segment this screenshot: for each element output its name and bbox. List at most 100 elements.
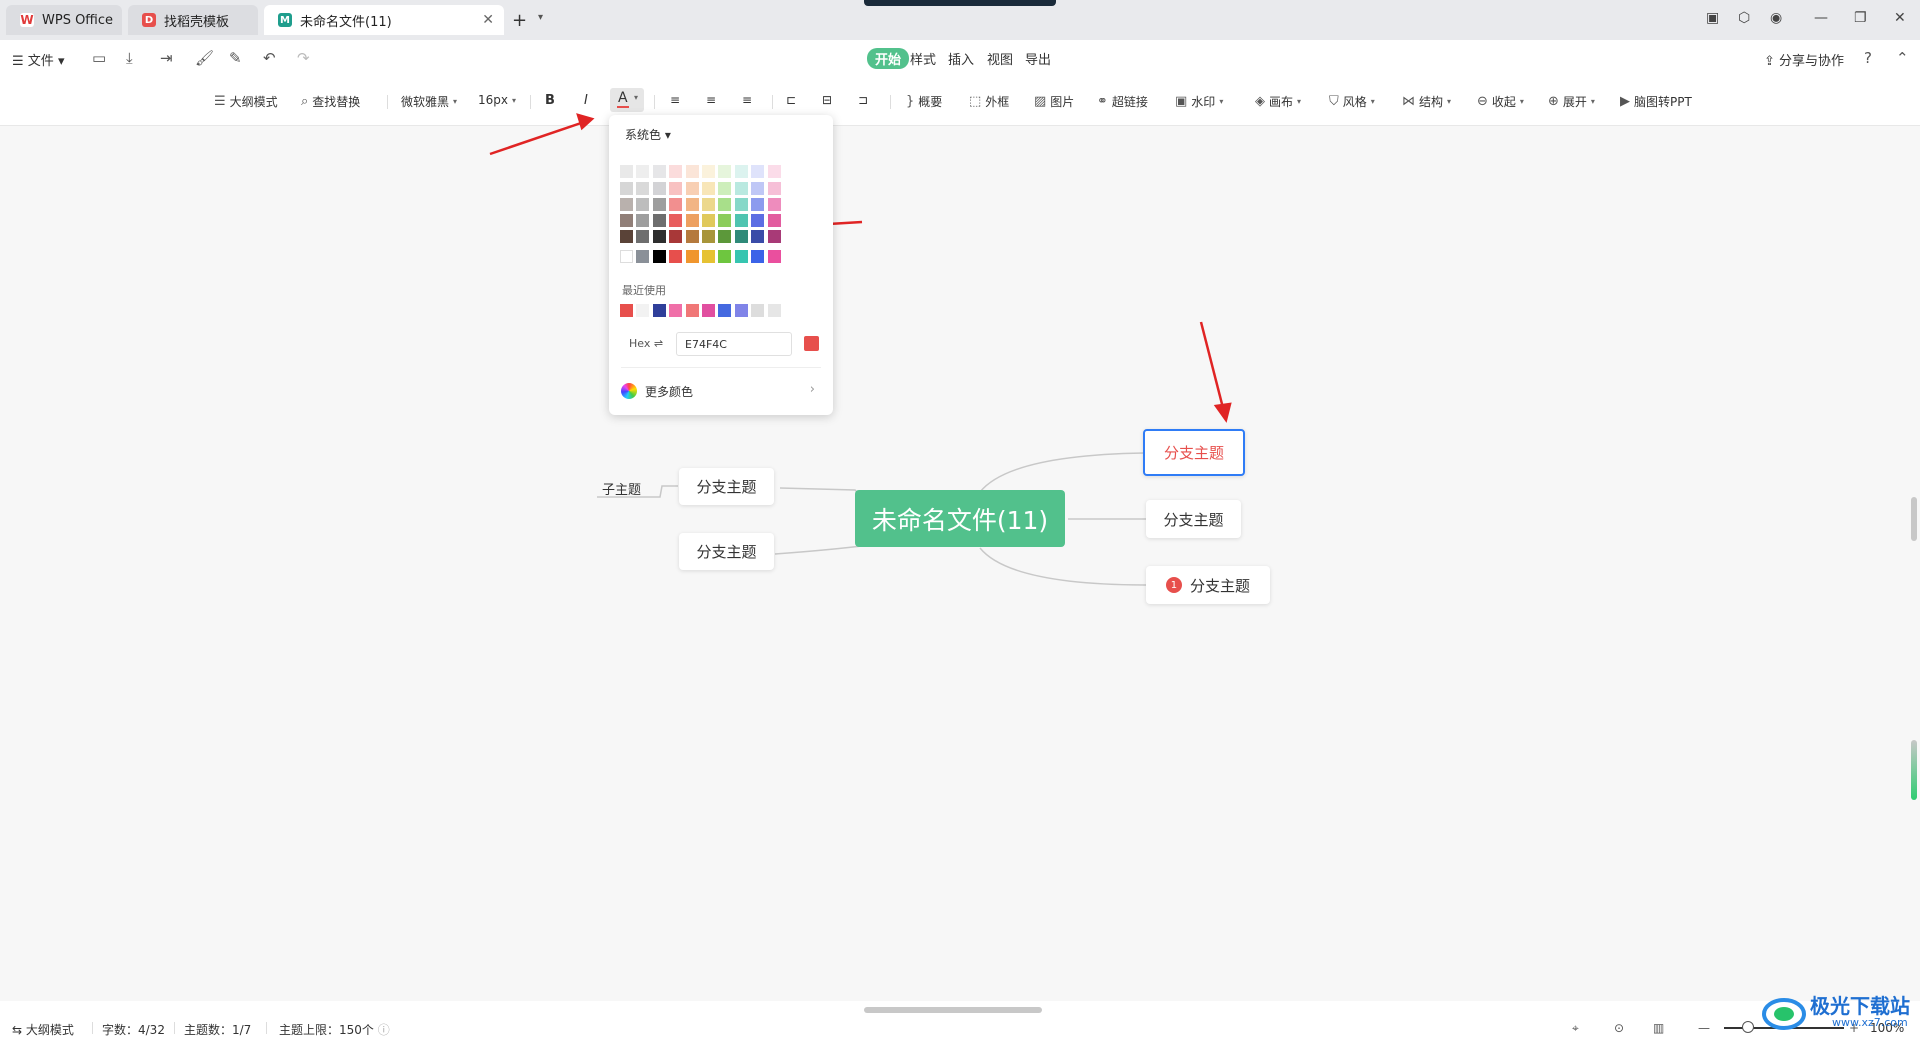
color-swatch[interactable] [685,182,699,195]
close-tab-icon[interactable]: ✕ [482,12,494,28]
color-swatch[interactable] [636,230,650,243]
color-swatch[interactable] [751,230,765,243]
image-button[interactable]: ▨ 图片 [1034,93,1074,110]
color-swatch[interactable] [734,214,748,227]
color-swatch[interactable] [767,165,781,178]
tab-style[interactable]: 样式 [910,49,936,68]
insert-child-icon[interactable]: ⊏ [786,93,796,107]
download-icon[interactable]: ⤓ [126,49,133,67]
save-icon[interactable]: ▭ [92,49,106,67]
cube-icon[interactable]: ⬡ [1738,10,1750,26]
color-swatch[interactable] [652,182,666,195]
eraser-icon[interactable]: ✎ [229,49,242,67]
horizontal-scrollbar[interactable] [864,1007,1042,1013]
color-swatch[interactable] [702,198,715,211]
color-swatch[interactable] [620,165,633,178]
color-swatch[interactable] [767,250,781,263]
color-swatch[interactable] [734,230,748,243]
color-swatch[interactable] [767,214,781,227]
recent-color-swatch[interactable] [652,304,666,317]
color-swatch[interactable] [751,214,765,227]
collapse-ribbon-icon[interactable]: ⌃ [1896,49,1909,67]
recent-color-swatch[interactable] [636,304,650,317]
locate-icon[interactable]: ⊙ [1614,1021,1624,1035]
color-swatch[interactable] [767,230,781,243]
mindmap-to-ppt-button[interactable]: ▶ 脑图转PPT [1620,93,1692,110]
insert-sibling-icon[interactable]: ⊟ [822,93,832,107]
find-replace-button[interactable]: ⌕ 查找替换 [301,93,360,110]
expand-button[interactable]: ⊕ 展开 ▾ [1548,93,1595,110]
recent-color-swatch[interactable] [702,304,715,317]
layout-icon[interactable]: ▣ [1706,10,1719,26]
minimize-icon[interactable]: — [1814,10,1828,26]
color-swatch[interactable] [669,214,683,227]
color-swatch[interactable] [636,182,650,195]
tab-view[interactable]: 视图 [987,49,1013,68]
color-swatch[interactable] [734,182,748,195]
tab-docer-templates[interactable]: D 找稻壳模板 [128,5,258,35]
file-menu[interactable]: ☰ 文件 ▾ [12,50,64,69]
align-center-icon[interactable]: ≡ [706,93,716,107]
italic-button[interactable]: I [584,93,588,108]
color-swatch[interactable] [636,198,650,211]
color-swatch[interactable] [669,182,683,195]
fit-view-icon[interactable]: ⌖ [1572,1021,1579,1036]
color-swatch[interactable] [652,198,666,211]
align-left-icon[interactable]: ≡ [670,93,680,107]
insert-parent-icon[interactable]: ⊐ [858,93,868,107]
share-button[interactable]: ⇪ 分享与协作 [1764,50,1844,69]
outline-mode-toggle[interactable]: ⇆ 大纲模式 [12,1021,74,1038]
branch-topic[interactable]: 分支主题 [679,468,774,505]
color-swatch[interactable] [685,198,699,211]
more-colors-button[interactable]: 更多颜色 › [621,380,821,402]
recent-color-swatch[interactable] [718,304,732,317]
color-swatch[interactable] [620,250,633,263]
summary-button[interactable]: } 概要 [906,93,942,110]
color-swatch[interactable] [718,250,732,263]
help-icon[interactable]: ? [1864,49,1872,67]
color-swatch[interactable] [669,198,683,211]
sub-topic[interactable]: 子主题 [602,479,641,498]
color-swatch[interactable] [718,182,732,195]
color-swatch[interactable] [669,165,683,178]
color-swatch[interactable] [685,214,699,227]
bold-button[interactable]: B [545,93,555,108]
central-topic[interactable]: 未命名文件(11) [855,490,1065,547]
color-swatch[interactable] [685,165,699,178]
style-button[interactable]: ⛉ 风格 ▾ [1329,93,1375,110]
tab-start[interactable]: 开始 [867,48,910,69]
color-swatch[interactable] [718,214,732,227]
color-swatch[interactable] [669,250,683,263]
collapse-button[interactable]: ⊖ 收起 ▾ [1477,93,1524,110]
color-swatch[interactable] [636,250,650,263]
color-swatch[interactable] [751,250,765,263]
color-swatch[interactable] [636,165,650,178]
color-swatch[interactable] [652,230,666,243]
color-swatch[interactable] [702,250,715,263]
vertical-scrollbar[interactable] [1911,497,1917,541]
tab-wps-office[interactable]: W WPS Office [6,5,122,35]
color-swatch[interactable] [652,165,666,178]
recent-color-swatch[interactable] [767,304,781,317]
hex-input[interactable]: E74F4C [676,332,792,356]
close-window-icon[interactable]: ✕ [1894,10,1906,26]
color-swatch[interactable] [702,230,715,243]
color-swatch[interactable] [620,198,633,211]
color-swatch[interactable] [702,214,715,227]
color-swatch[interactable] [751,182,765,195]
branch-topic-selected[interactable]: 分支主题 [1143,429,1245,476]
branch-topic[interactable]: 分支主题 [1146,500,1241,538]
color-swatch[interactable] [702,165,715,178]
recent-color-swatch[interactable] [669,304,683,317]
color-swatch[interactable] [734,165,748,178]
export-icon[interactable]: ⇥ [160,49,173,67]
color-swatch[interactable] [751,165,765,178]
align-right-icon[interactable]: ≡ [742,93,752,107]
palette-select[interactable]: 系统色 ▾ [625,126,671,143]
color-swatch[interactable] [734,250,748,263]
redo-icon[interactable]: ↷ [297,49,310,67]
color-swatch[interactable] [734,198,748,211]
color-swatch[interactable] [636,214,650,227]
map-icon[interactable]: ▥ [1653,1021,1664,1035]
font-family-select[interactable]: 微软雅黑 ▾ [401,93,457,110]
